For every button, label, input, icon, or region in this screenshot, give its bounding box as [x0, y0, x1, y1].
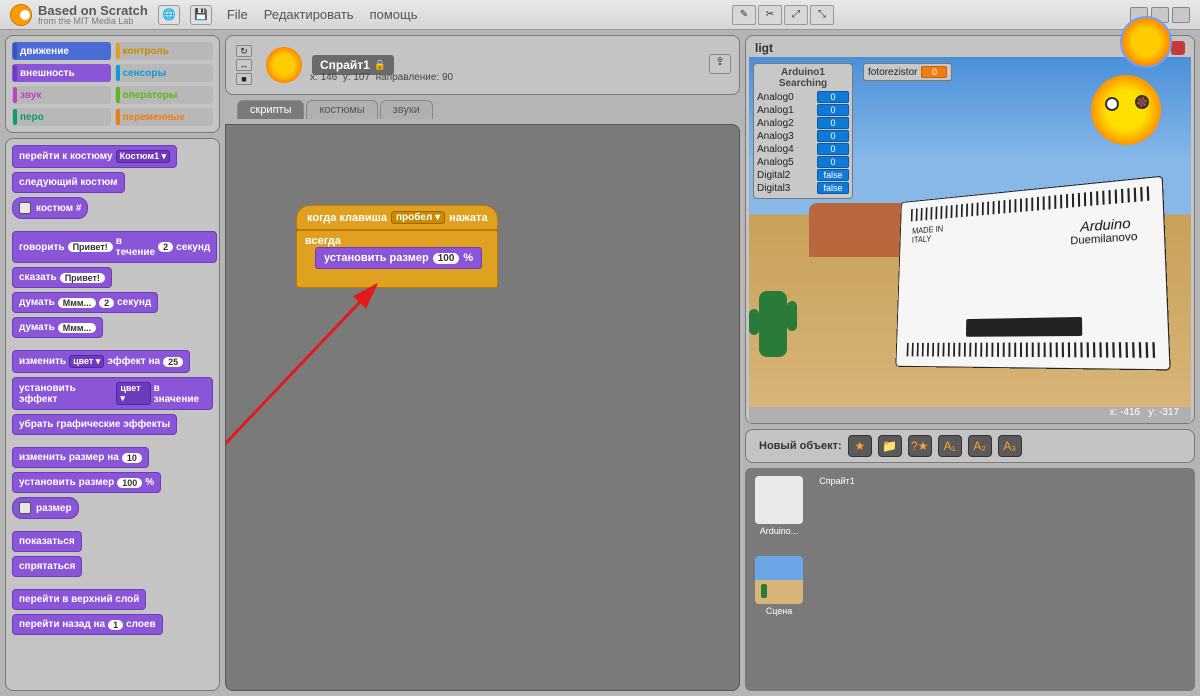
block-change-effect[interactable]: изменитьцвет ▾эффект на25 — [12, 350, 190, 373]
presentation-button[interactable] — [1172, 7, 1190, 23]
fotorezistor-monitor[interactable]: fotorezistor 0 — [863, 63, 952, 81]
block-clear-effects[interactable]: убрать графические эффекты — [12, 414, 177, 435]
category-looks[interactable]: внешность — [12, 64, 111, 82]
monitor-row[interactable]: Analog10 — [757, 104, 849, 116]
sprite-list: Arduino... Спрайт1 Сцена — [745, 468, 1195, 691]
tab-costumes[interactable]: костюмы — [306, 100, 377, 119]
sprite-thumbnail — [266, 47, 302, 83]
category-control[interactable]: контроль — [115, 42, 214, 60]
scratch-logo-icon — [10, 4, 32, 26]
paint-new-sprite-icon[interactable]: ★ — [848, 435, 872, 457]
category-sound[interactable]: звук — [12, 86, 111, 104]
brand-text: Based on Scratch from the MIT Media Lab — [38, 4, 148, 26]
stop-icon[interactable] — [1171, 41, 1185, 55]
stage-tools: ✎ ✂ ⤢ ⤡ — [732, 5, 834, 25]
rotate-none-icon[interactable]: ■ — [236, 73, 252, 85]
category-motion[interactable]: движение — [12, 42, 111, 60]
choose-sprite-icon[interactable]: 📁 — [878, 435, 902, 457]
category-sensing[interactable]: сенсоры — [115, 64, 214, 82]
block-go-back[interactable]: перейти назад на1слоев — [12, 614, 163, 635]
stamp-tool-icon[interactable]: ✎ — [732, 5, 756, 25]
block-size-reporter[interactable]: размер — [12, 497, 79, 519]
block-hide[interactable]: спрятаться — [12, 556, 82, 577]
arduino-sprite[interactable]: MADE IN ITALY Arduino Duemilanovo — [895, 176, 1170, 371]
block-go-front[interactable]: перейти в верхний слой — [12, 589, 146, 610]
surprise-sprite-icon[interactable]: ?★ — [908, 435, 932, 457]
hat-when-key[interactable]: когда клавиша пробел ▾ нажата — [296, 205, 498, 230]
mouse-coords: x: -416 y: -317 — [749, 407, 1191, 423]
menu-file[interactable]: File — [227, 7, 248, 22]
category-variables[interactable]: переменные — [115, 108, 214, 126]
block-show[interactable]: показаться — [12, 531, 82, 552]
script-canvas[interactable]: когда клавиша пробел ▾ нажата всегда уст… — [225, 124, 740, 691]
block-set-effect[interactable]: установить эффектцвет ▾в значение — [12, 377, 213, 410]
tab-scripts[interactable]: скрипты — [237, 100, 304, 119]
category-pen[interactable]: перо — [12, 108, 111, 126]
block-palette: перейти к костюмуКостюм1 ▾ следующий кос… — [5, 138, 220, 691]
block-next-costume[interactable]: следующий костюм — [12, 172, 125, 193]
editor-tabs: скрипты костюмы звуки — [237, 100, 740, 119]
script-stack[interactable]: когда клавиша пробел ▾ нажата всегда уст… — [296, 205, 498, 288]
camera-sprite-icon[interactable]: A₁ — [938, 435, 962, 457]
new-object-bar: Новый объект: ★ 📁 ?★ A₁ A₂ A₃ — [751, 435, 1189, 457]
monitor-row[interactable]: Digital3false — [757, 182, 849, 194]
language-icon[interactable]: 🌐 — [158, 5, 180, 25]
arduino-monitor-panel[interactable]: Arduino1 Searching Analog00Analog10Analo… — [753, 63, 853, 199]
block-costume-num[interactable]: костюм # — [12, 197, 88, 219]
category-operators[interactable]: операторы — [115, 86, 214, 104]
monitor-row[interactable]: Analog30 — [757, 130, 849, 142]
rotate-lr-icon[interactable]: ↔ — [236, 59, 252, 71]
rotate-free-icon[interactable]: ↻ — [236, 45, 252, 57]
save-icon[interactable]: 💾 — [190, 5, 212, 25]
cactus-graphic — [759, 291, 787, 357]
block-say[interactable]: сказатьПривет! — [12, 267, 112, 288]
lock-icon[interactable]: 🔒 — [374, 60, 386, 71]
monitor-row[interactable]: Analog50 — [757, 156, 849, 168]
top-toolbar: Based on Scratch from the MIT Media Lab … — [0, 0, 1200, 30]
other-sprite-icon[interactable]: A₃ — [998, 435, 1022, 457]
inner-set-size[interactable]: установить размер 100 % — [315, 247, 482, 269]
menu-edit[interactable]: Редактировать — [264, 7, 354, 22]
monitor-row[interactable]: Analog20 — [757, 117, 849, 129]
workspace: движение контроль внешность сенсоры звук… — [0, 30, 1200, 696]
grow-tool-icon[interactable]: ⤢ — [784, 5, 808, 25]
block-change-size[interactable]: изменить размер на10 — [12, 447, 149, 468]
sprite-coords: x: 146 y: 107 направление: 90 — [310, 72, 453, 83]
block-set-size[interactable]: установить размер100% — [12, 472, 161, 493]
block-switch-costume[interactable]: перейти к костюмуКостюм1 ▾ — [12, 145, 177, 168]
block-say-for[interactable]: говоритьПривет!в течение2секунд — [12, 231, 217, 263]
sprite-item-sprite1[interactable]: Спрайт1 — [811, 476, 863, 536]
cut-tool-icon[interactable]: ✂ — [758, 5, 782, 25]
stage[interactable]: MADE IN ITALY Arduino Duemilanovo Arduin… — [749, 57, 1191, 407]
shrink-tool-icon[interactable]: ⤡ — [810, 5, 834, 25]
sun-sprite[interactable] — [1091, 75, 1161, 145]
arduino-sprite-icon[interactable]: A₂ — [968, 435, 992, 457]
sprite-item-arduino[interactable]: Arduino... — [753, 476, 805, 536]
monitor-row[interactable]: Digital2false — [757, 169, 849, 181]
block-think[interactable]: думатьМмм... — [12, 317, 103, 338]
category-palette: движение контроль внешность сенсоры звук… — [5, 35, 220, 133]
menu-help[interactable]: помощь — [370, 7, 418, 22]
tab-sounds[interactable]: звуки — [380, 100, 433, 119]
sprite-header: ↻ ↔ ■ Спрайт1🔒 x: 146 y: 107 направление… — [225, 35, 740, 95]
monitor-row[interactable]: Analog00 — [757, 91, 849, 103]
block-think-for[interactable]: думатьМмм...2секунд — [12, 292, 158, 313]
c-forever[interactable]: всегда установить размер 100 % — [296, 230, 498, 288]
stage-item[interactable]: Сцена — [753, 556, 805, 616]
project-title[interactable]: ligt — [755, 41, 773, 55]
export-sprite-icon[interactable]: ⇪ — [709, 54, 731, 74]
monitor-row[interactable]: Analog40 — [757, 143, 849, 155]
